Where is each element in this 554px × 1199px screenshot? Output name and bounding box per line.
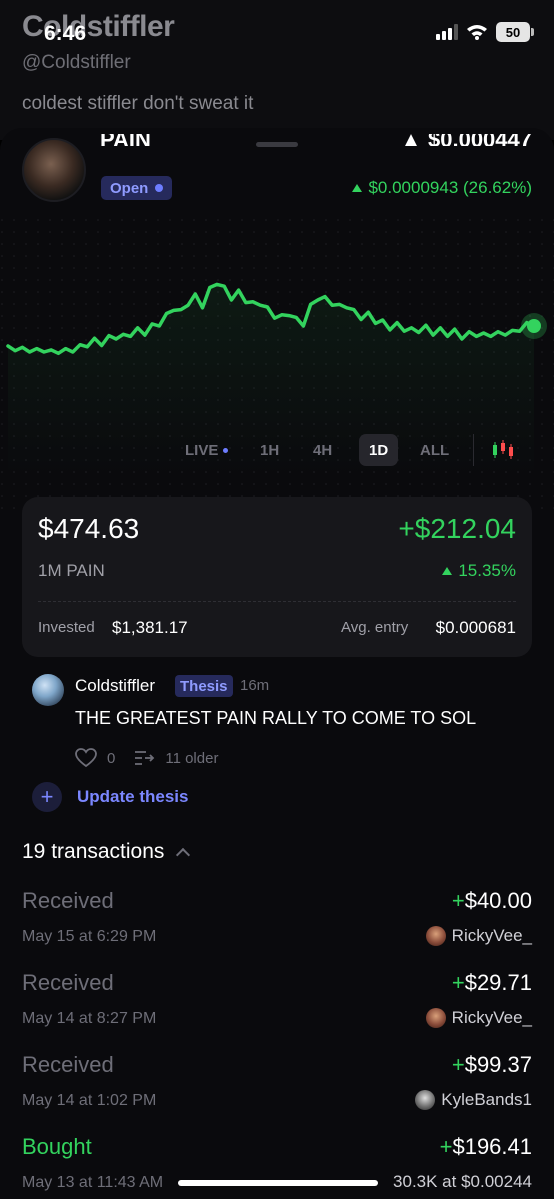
token-avatar (22, 138, 86, 202)
range-divider (473, 434, 474, 466)
tx-counterparty: 30.3K at $0.00244 (393, 1172, 532, 1192)
status-badge-label: Open (110, 179, 149, 197)
tx-date: May 14 at 8:27 PM (22, 1010, 157, 1027)
tx-amount: +$40.00 (451, 888, 532, 913)
profile-bio: coldest stiffler don't sweat it (22, 93, 254, 114)
token-sheet: PAIN Open ▲ $0.000447 $0.0000943 (26.62%… (0, 128, 554, 1199)
price-chart[interactable] (0, 218, 554, 518)
tx-amount: +$29.71 (451, 970, 532, 995)
thesis-actions: 0 11 older (75, 748, 218, 768)
invested-label: Invested (38, 619, 95, 636)
update-thesis-label: Update thesis (77, 787, 189, 806)
update-thesis-button[interactable]: + Update thesis (32, 782, 188, 812)
tx-type: Received (22, 970, 114, 995)
table-row[interactable]: Received +$99.37 May 14 at 1:02 PM KyleB… (0, 1052, 554, 1122)
status-icons: 50 (436, 22, 534, 42)
price-change: $0.0000943 (26.62%) (352, 178, 532, 198)
thesis-badge: Thesis (175, 675, 233, 697)
transactions-header: 19 transactions (22, 840, 165, 863)
plus-icon: + (32, 782, 62, 812)
history-icon[interactable] (133, 749, 155, 767)
live-dot-icon (223, 447, 229, 453)
tx-amount: +$196.41 (439, 1134, 532, 1159)
thesis-section: Coldstiffler Thesis 16m THE GREATEST PAI… (0, 668, 554, 812)
tab-4h[interactable]: 4H (303, 434, 342, 466)
position-pnl: +$212.04 (398, 513, 516, 544)
candlestick-icon[interactable] (490, 440, 516, 462)
home-indicator[interactable] (178, 1180, 378, 1186)
tx-type: Bought (22, 1134, 92, 1159)
counterparty-name: KyleBands1 (441, 1090, 532, 1109)
token-name: PAIN (100, 134, 151, 146)
avatar (415, 1090, 436, 1110)
table-row[interactable]: Received +$29.71 May 14 at 8:27 PM Ricky… (0, 970, 554, 1040)
token-price: ▲ $0.000447 (400, 134, 532, 146)
tx-counterparty[interactable]: KyleBands1 (415, 1090, 532, 1110)
up-arrow-icon (352, 184, 363, 192)
tab-1h[interactable]: 1H (250, 434, 289, 466)
tx-date: May 13 at 11:43 AM (22, 1174, 164, 1191)
counterparty-name: RickyVee_ (451, 1008, 532, 1027)
cellular-signal-icon (436, 24, 458, 40)
position-pnl-pct: 15.35% (442, 561, 516, 581)
status-dot-icon (155, 184, 164, 192)
thesis-text: THE GREATEST PAIN RALLY TO COME TO SOL (75, 708, 477, 728)
avg-entry-value: $0.000681 (435, 618, 516, 637)
profile-handle: @Coldstiffler (22, 52, 131, 73)
tx-counterparty[interactable]: RickyVee_ (425, 926, 532, 946)
price-change-value: $0.0000943 (26.62%) (368, 178, 532, 197)
avatar (425, 926, 446, 946)
tab-1d[interactable]: 1D (359, 434, 399, 466)
position-pnl-pct-value: 15.35% (458, 561, 516, 580)
profile-header: Coldstiffler @Coldstiffler coldest stiff… (0, 0, 554, 140)
battery-icon: 50 (496, 22, 534, 42)
card-divider (38, 601, 516, 602)
thesis-time: 16m (240, 677, 270, 694)
tx-amount: +$99.37 (451, 1052, 532, 1077)
table-row[interactable]: Bought +$196.41 May 13 at 11:43 AM 30.3K… (0, 1134, 554, 1199)
tx-date: May 14 at 1:02 PM (22, 1092, 157, 1109)
status-time: 6:46 (44, 22, 87, 45)
table-row[interactable]: Received +$40.00 May 15 at 6:29 PM Ricky… (0, 888, 554, 958)
up-arrow-icon (442, 567, 453, 575)
heart-icon[interactable] (75, 748, 97, 768)
chevron-up-icon (176, 847, 191, 862)
sheet-grabber[interactable] (256, 142, 298, 147)
tx-type: Received (22, 1052, 114, 1077)
transactions-toggle[interactable]: 19 transactions (22, 840, 191, 864)
counterparty-name: RickyVee_ (451, 926, 532, 945)
tx-type: Received (22, 888, 114, 913)
avg-entry-label: Avg. entry (341, 619, 409, 636)
trade-detail: 30.3K at $0.00244 (393, 1172, 532, 1191)
invested-value: $1,381.17 (112, 618, 188, 637)
avatar[interactable] (32, 674, 64, 706)
position-value: $474.63 (38, 513, 140, 544)
like-count: 0 (107, 749, 116, 767)
tab-live[interactable]: LIVE (175, 434, 238, 466)
position-quantity: 1M PAIN (38, 561, 105, 580)
chart-end-marker (527, 319, 541, 333)
tx-counterparty[interactable]: RickyVee_ (425, 1008, 532, 1028)
status-badge: Open (101, 176, 173, 200)
tab-live-label: LIVE (185, 441, 219, 459)
wifi-icon (467, 25, 487, 40)
tx-date: May 15 at 6:29 PM (22, 928, 157, 945)
older-count[interactable]: 11 older (165, 750, 218, 767)
position-card[interactable]: $474.63 +$212.04 1M PAIN 15.35% Invested… (22, 497, 532, 657)
tab-all[interactable]: ALL (410, 434, 459, 466)
range-selector: LIVE 1H 4H 1D ALL (0, 430, 554, 470)
thesis-username[interactable]: Coldstiffler (75, 676, 155, 696)
avatar (425, 1008, 446, 1028)
